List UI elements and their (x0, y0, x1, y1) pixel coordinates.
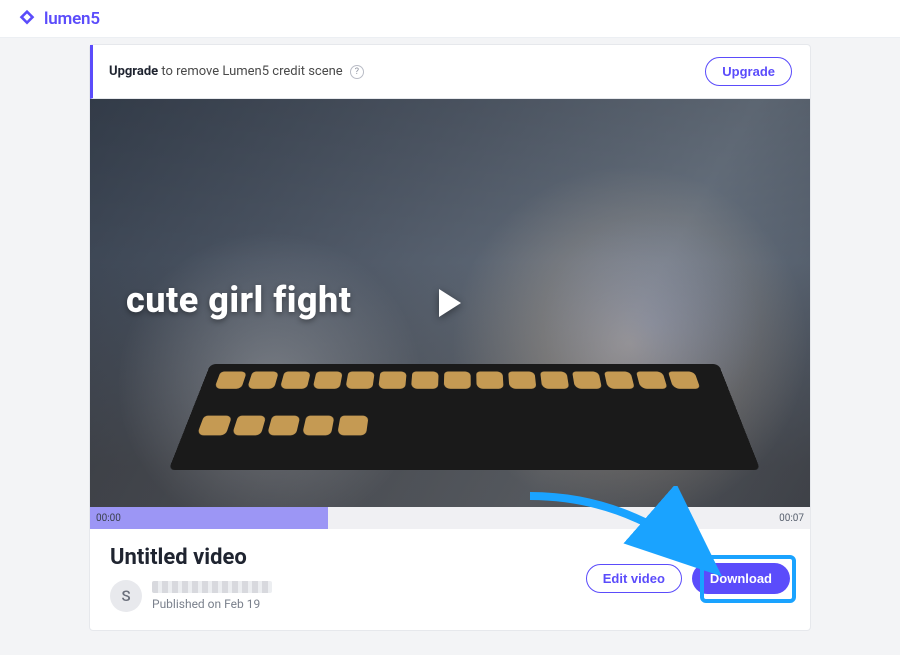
edit-video-button[interactable]: Edit video (586, 564, 682, 593)
upgrade-rest: to remove Lumen5 credit scene (158, 64, 343, 79)
video-card: Upgrade to remove Lumen5 credit scene ? … (89, 44, 811, 631)
play-icon[interactable] (439, 289, 461, 317)
avatar: S (110, 580, 142, 612)
progress-bar[interactable]: 00:00 00:07 (90, 507, 810, 529)
video-frame-tray (168, 364, 761, 471)
time-total: 00:07 (779, 513, 804, 524)
actions: Edit video Download (586, 563, 790, 594)
video-player[interactable]: cute girl fight (90, 99, 810, 507)
topbar: lumen5 (0, 0, 900, 38)
content-area: Upgrade to remove Lumen5 credit scene ? … (0, 38, 900, 631)
meta-row: Untitled video S Published on Feb 19 Edi… (90, 529, 810, 630)
upgrade-text: Upgrade to remove Lumen5 credit scene ? (109, 64, 364, 79)
time-elapsed: 00:00 (96, 513, 121, 524)
video-title: Untitled video (110, 545, 272, 570)
author-row: S Published on Feb 19 (110, 580, 272, 612)
lumen5-logo-icon (16, 8, 38, 30)
published-date: Published on Feb 19 (152, 597, 272, 611)
upgrade-banner: Upgrade to remove Lumen5 credit scene ? … (90, 45, 810, 99)
author-name-redacted (152, 581, 272, 593)
video-overlay-text: cute girl fight (126, 279, 352, 321)
author-meta: Published on Feb 19 (152, 581, 272, 611)
download-button[interactable]: Download (692, 563, 790, 594)
upgrade-button[interactable]: Upgrade (705, 57, 792, 86)
help-icon[interactable]: ? (350, 65, 364, 79)
meta-left: Untitled video S Published on Feb 19 (110, 545, 272, 612)
progress-fill (90, 507, 328, 529)
upgrade-bold: Upgrade (109, 64, 158, 79)
brand-name: lumen5 (44, 9, 100, 29)
